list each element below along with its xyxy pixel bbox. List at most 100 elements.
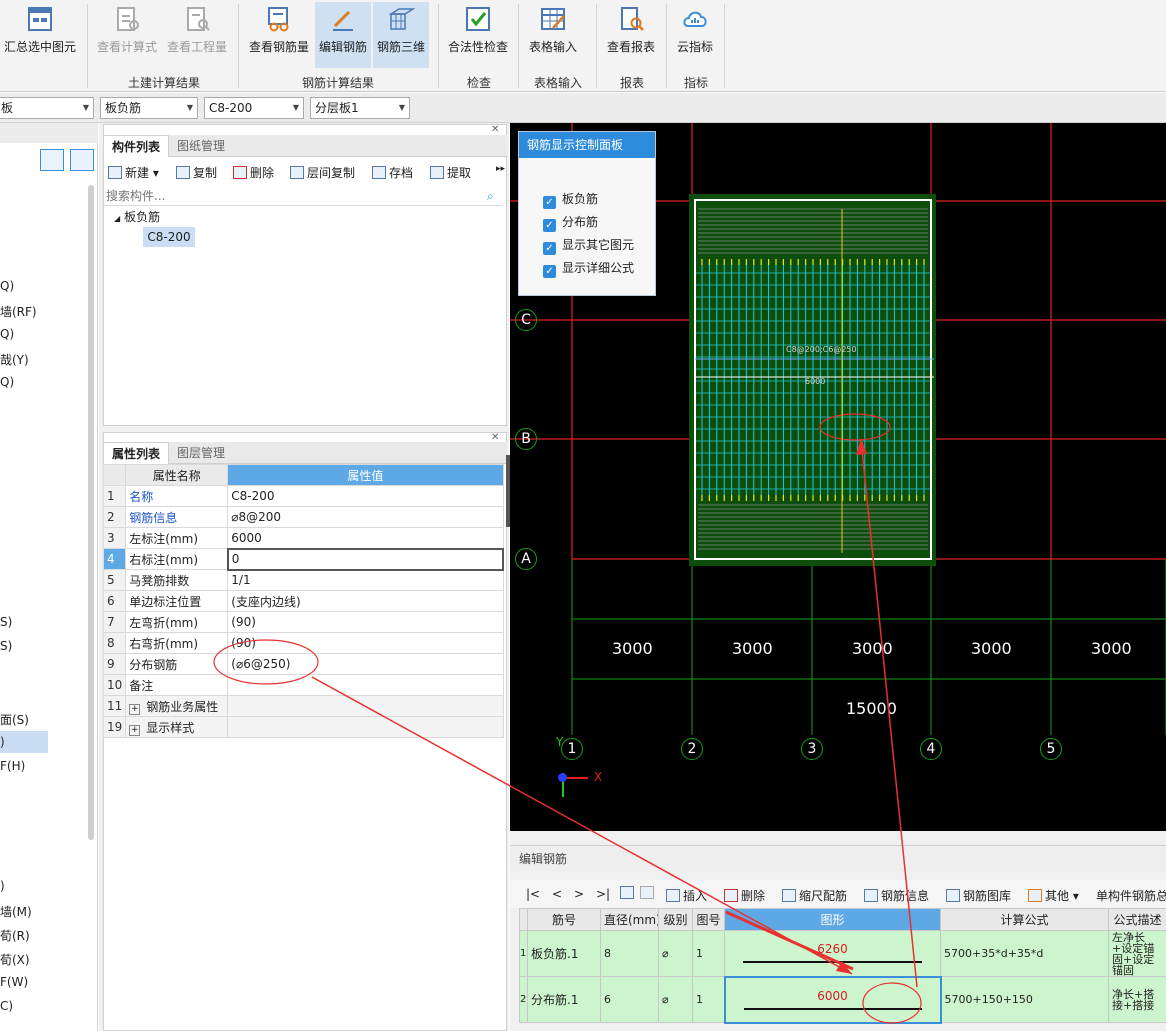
tree-item[interactable]: 墙(M) xyxy=(0,903,32,920)
table-row[interactable]: 3 左标注(mm) 6000 xyxy=(102,527,504,549)
checkbox-show-formula[interactable]: ✓ 显示详细公式 xyxy=(543,259,634,278)
tree-item[interactable]: Q) xyxy=(0,279,14,293)
tab-property-list[interactable]: 属性列表 xyxy=(103,442,170,464)
tree-item[interactable]: F(H) xyxy=(0,759,25,773)
group-label-check: 检查 xyxy=(466,76,491,90)
move-up-icon[interactable] xyxy=(620,886,634,900)
x-axis-label: X xyxy=(594,770,603,784)
expand-plus-icon[interactable]: + xyxy=(129,724,141,736)
table-row[interactable]: 10 备注 xyxy=(102,674,504,696)
floor-type-select[interactable]: 板 ▼ xyxy=(0,97,94,119)
table-row[interactable]: 1 名称 C8-200 xyxy=(102,485,504,507)
grid-view-icon[interactable] xyxy=(70,149,94,171)
tree-item[interactable]: 哉(Y) xyxy=(0,351,29,368)
tab-component-list[interactable]: 构件列表 xyxy=(103,135,170,157)
component-type-select[interactable]: 板负筋 ▼ xyxy=(100,97,198,119)
table-row[interactable]: 11 + 钢筋业务属性 xyxy=(102,695,504,717)
edit-rebar-button[interactable]: 编辑钢筋 xyxy=(315,2,371,68)
floor-copy-button[interactable]: 层间复制 xyxy=(290,164,355,181)
rebar-library-button[interactable]: 钢筋图库 xyxy=(946,887,1011,904)
tree-item[interactable]: C) xyxy=(0,999,13,1013)
view-report-label: 查看报表 xyxy=(606,40,655,54)
more-icon[interactable]: ▸▸ xyxy=(496,164,505,174)
span-label: 3000 xyxy=(732,639,773,658)
value-edit-field[interactable]: 0 xyxy=(226,547,505,571)
group-label-report: 报表 xyxy=(619,76,644,90)
ribbon-toolbar: 汇总选中图元 查看计算式 查看工程量 土建计算结果 查看钢筋量 编辑钢筋 钢筋三… xyxy=(0,0,1166,92)
tree-item[interactable]: 荀(X) xyxy=(0,951,30,968)
summarize-selected-label: 汇总选中图元 xyxy=(3,40,76,54)
tree-item[interactable]: Q) xyxy=(0,375,14,389)
pencil-icon xyxy=(333,10,353,31)
next-button[interactable]: > xyxy=(574,887,584,901)
rebar-shape-line xyxy=(743,1007,922,1010)
col-header-value: 属性值 xyxy=(227,464,504,486)
table-row[interactable]: 4 右标注(mm) 0 xyxy=(102,547,505,571)
summarize-selected-button[interactable]: 汇总选中图元 xyxy=(2,2,78,68)
chevron-down-icon: ▼ xyxy=(398,103,405,112)
checkbox-distribution-rebar[interactable]: ✓ 分布筋 xyxy=(543,213,598,232)
tree-item-selected[interactable]: C8-200 xyxy=(143,227,195,247)
view-quantity-button[interactable]: 查看工程量 xyxy=(164,2,230,68)
tab-drawing-management[interactable]: 图纸管理 xyxy=(169,135,233,157)
delete-row-button[interactable]: 删除 xyxy=(724,887,765,904)
archive-button[interactable]: 存档 xyxy=(372,164,413,181)
tree-scrollbar[interactable] xyxy=(88,185,94,840)
tree-item[interactable]: ) xyxy=(0,879,5,893)
tree-item[interactable]: F(W) xyxy=(0,975,28,989)
edit-rebar-label: 编辑钢筋 xyxy=(318,40,367,54)
tab-layer-management[interactable]: 图层管理 xyxy=(169,442,233,464)
table-row[interactable]: 19 + 显示样式 xyxy=(102,716,504,738)
tree-item[interactable]: S) xyxy=(0,639,12,653)
search-icon[interactable]: ⌕ xyxy=(487,189,494,204)
view-report-button[interactable]: 查看报表 xyxy=(602,2,660,68)
close-icon[interactable]: ✕ xyxy=(491,124,499,135)
layer-select[interactable]: 分层板1 ▼ xyxy=(310,97,410,119)
scale-rebar-button[interactable]: 缩尺配筋 xyxy=(782,887,847,904)
table-row[interactable]: 8 右弯折(mm) (90) xyxy=(102,632,504,654)
tree-item-selected[interactable]: ) xyxy=(0,731,48,753)
list-view-icon[interactable] xyxy=(40,149,64,171)
delete-button[interactable]: 删除 xyxy=(233,164,274,181)
tree-item[interactable]: 面(S) xyxy=(0,711,29,728)
single-component-summary-button[interactable]: 单构件钢筋总 xyxy=(1096,887,1166,904)
table-row[interactable]: 2 分布筋.1 6 ⌀ 1 6000 5700+150+150 净长+搭接+搭接 xyxy=(519,975,1166,1024)
prev-button[interactable]: < xyxy=(552,887,562,901)
table-row[interactable]: 1 板负筋.1 8 ⌀ 1 6260 5700+35*d+35*d 左净长+设定… xyxy=(519,930,1166,977)
table-row[interactable]: 9 分布钢筋 (⌀6@250) xyxy=(102,653,504,675)
table-input-button[interactable]: 表格输入 xyxy=(524,2,582,68)
tree-item[interactable]: 墙(RF) xyxy=(0,303,37,320)
view-formula-button[interactable]: 查看计算式 xyxy=(94,2,160,68)
span-label: 3000 xyxy=(852,639,893,658)
view-rebar-button[interactable]: 查看钢筋量 xyxy=(245,2,313,68)
component-name-select[interactable]: C8-200 ▼ xyxy=(204,97,304,119)
tree-root[interactable]: ◢ 板负筋 xyxy=(114,208,160,225)
tree-item[interactable]: S) xyxy=(0,615,12,629)
insert-button[interactable]: 插入 xyxy=(666,887,707,904)
cloud-index-button[interactable]: 云指标 xyxy=(672,2,718,68)
move-down-icon[interactable] xyxy=(640,886,654,900)
rebar-info-button[interactable]: 钢筋信息 xyxy=(864,887,929,904)
last-button[interactable]: >| xyxy=(596,887,610,901)
table-row[interactable]: 2 钢筋信息 ⌀8@200 xyxy=(102,506,504,528)
checkbox-negative-rebar[interactable]: ✓ 板负筋 xyxy=(543,190,598,209)
checkbox-show-others[interactable]: ✓ 显示其它图元 xyxy=(543,236,634,255)
copy-button[interactable]: 复制 xyxy=(176,164,217,181)
component-search-input[interactable] xyxy=(104,187,502,206)
table-row[interactable]: 5 马凳筋排数 1/1 xyxy=(102,569,504,591)
table-row[interactable]: 7 左弯折(mm) (90) xyxy=(102,611,504,633)
col-header-name: 属性名称 xyxy=(125,464,229,486)
view-rebar-label: 查看钢筋量 xyxy=(248,40,309,54)
other-button[interactable]: 其他 ▾ xyxy=(1028,887,1079,904)
col-header: 计算公式 xyxy=(940,908,1109,931)
new-button[interactable]: 新建 ▾ xyxy=(108,164,159,181)
tree-item[interactable]: Q) xyxy=(0,327,14,341)
expand-plus-icon[interactable]: + xyxy=(129,703,141,715)
table-row[interactable]: 6 单边标注位置 (支座内边线) xyxy=(102,590,504,612)
validity-check-button[interactable]: 合法性检查 xyxy=(444,2,512,68)
extract-button[interactable]: 提取 xyxy=(430,164,471,181)
summarize-icon xyxy=(28,7,52,31)
first-button[interactable]: |< xyxy=(526,887,540,901)
tree-item[interactable]: 荀(R) xyxy=(0,927,30,944)
rebar-3d-button[interactable]: 钢筋三维 xyxy=(373,2,429,68)
